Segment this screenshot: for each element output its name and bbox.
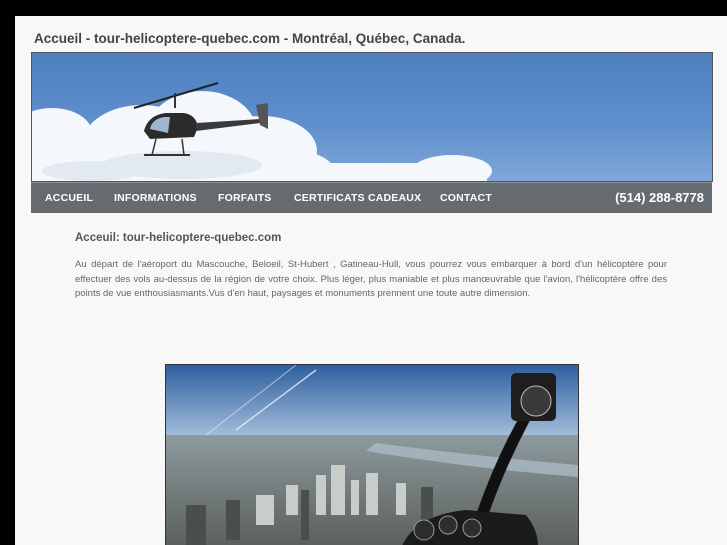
nav-item-contact[interactable]: CONTACT <box>440 183 492 213</box>
page-title: Accueil - tour-helicoptere-quebec.com - … <box>34 31 466 46</box>
helicopter-banner-image <box>32 82 492 181</box>
header-banner <box>31 52 713 182</box>
nav-item-informations[interactable]: INFORMATIONS <box>114 183 197 213</box>
nav-item-accueil[interactable]: ACCUEIL <box>45 183 93 213</box>
page-container: Accueil - tour-helicoptere-quebec.com - … <box>15 16 727 545</box>
content-heading: Acceuil: tour-helicoptere-quebec.com <box>75 232 282 244</box>
nav-item-certificats-cadeaux[interactable]: CERTIFICATS CADEAUX <box>294 183 421 213</box>
cockpit-city-view-image <box>166 365 578 545</box>
content-paragraph: Au départ de l'aéroport du Mascouche, Be… <box>75 259 667 300</box>
phone-number: (514) 288-8778 <box>615 190 704 205</box>
aerial-city-photo <box>165 364 579 545</box>
nav-item-forfaits[interactable]: FORFAITS <box>218 183 272 213</box>
main-navigation: ACCUEIL INFORMATIONS FORFAITS CERTIFICAT… <box>31 182 712 213</box>
